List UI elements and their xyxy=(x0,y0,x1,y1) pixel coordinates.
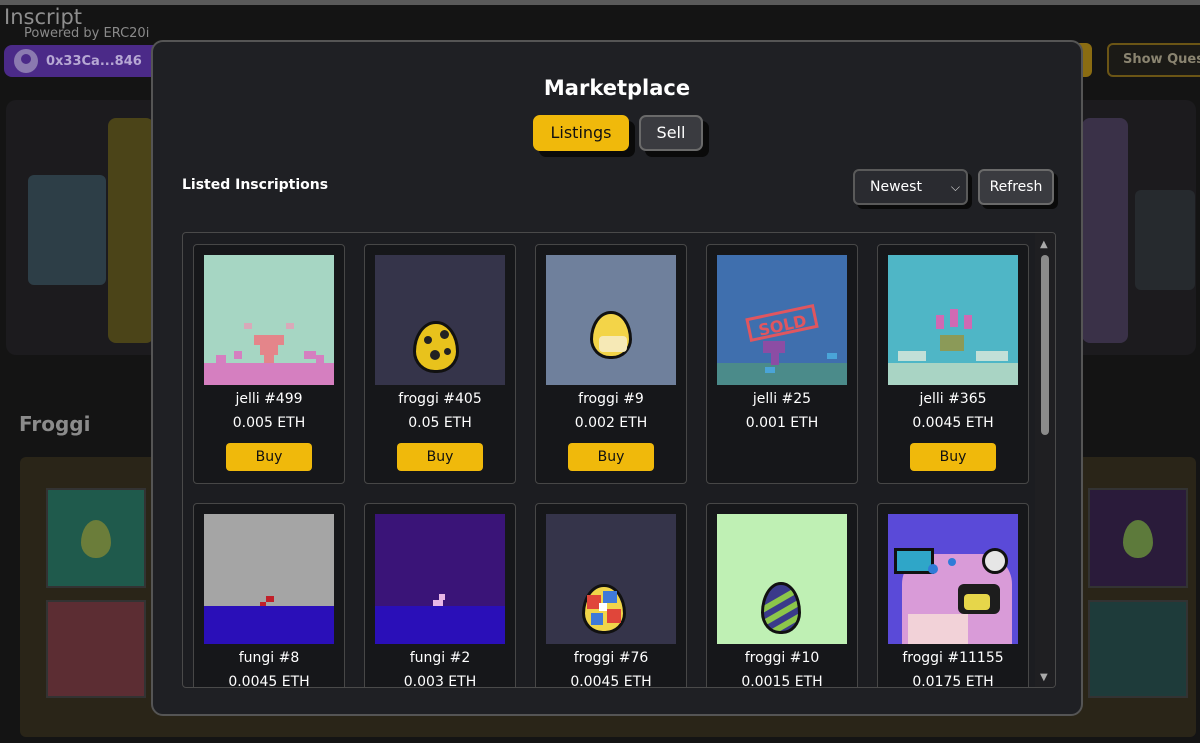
powered-by-text: Powered by ERC20i xyxy=(24,26,150,41)
nft-image-jelli: SOLD xyxy=(717,255,847,385)
top-edge xyxy=(0,0,1200,5)
egg-icon xyxy=(413,321,459,373)
egg-icon xyxy=(81,520,111,558)
nft-image-froggi xyxy=(546,514,676,644)
listing-price: 0.005 ETH xyxy=(232,415,306,431)
buy-button[interactable]: Buy xyxy=(226,443,312,471)
listing-price: 0.05 ETH xyxy=(408,415,472,431)
egg-icon xyxy=(1123,520,1153,558)
listing-card[interactable]: froggi #11155 0.0175 ETH xyxy=(877,503,1029,688)
featured-card xyxy=(28,175,106,285)
marketplace-modal: Marketplace Listings Sell Listed Inscrip… xyxy=(151,40,1083,716)
section-label: Listed Inscriptions xyxy=(182,177,329,193)
egg-icon xyxy=(582,584,626,634)
listing-price: 0.0045 ETH xyxy=(912,415,994,431)
collection-tile xyxy=(46,488,146,588)
sort-selected-value: Newest xyxy=(870,179,922,195)
egg-icon xyxy=(590,311,632,359)
listing-name: froggi #10 xyxy=(744,650,820,666)
listing-name: froggi #9 xyxy=(578,391,644,407)
listing-card[interactable]: jelli #365 0.0045 ETH Buy xyxy=(877,244,1029,484)
collection-tile xyxy=(1088,488,1188,588)
scroll-thumb[interactable] xyxy=(1041,255,1049,435)
listing-card[interactable]: fungi #2 0.003 ETH xyxy=(364,503,516,688)
listing-card[interactable]: fungi #8 0.0045 ETH xyxy=(193,503,345,688)
listing-name: froggi #405 xyxy=(398,391,482,407)
listing-price: 0.001 ETH xyxy=(745,415,819,431)
listing-card[interactable]: jelli #499 0.005 ETH Buy xyxy=(193,244,345,484)
refresh-button[interactable]: Refresh xyxy=(978,169,1054,205)
listings-grid: jelli #499 0.005 ETH Buy froggi #405 0.0… xyxy=(182,232,1056,688)
nft-image-fungi xyxy=(204,514,334,644)
listing-price: 0.003 ETH xyxy=(403,674,477,688)
nft-image-jelli xyxy=(204,255,334,385)
sold-stamp: SOLD xyxy=(745,303,819,343)
nft-image-froggi xyxy=(717,514,847,644)
listing-card[interactable]: froggi #9 0.002 ETH Buy xyxy=(535,244,687,484)
listing-card[interactable]: froggi #405 0.05 ETH Buy xyxy=(364,244,516,484)
listing-name: jelli #365 xyxy=(919,391,987,407)
listing-price: 0.0175 ETH xyxy=(912,674,994,688)
listing-card[interactable]: SOLD jelli #25 0.001 ETH xyxy=(706,244,858,484)
listing-price: 0.0045 ETH xyxy=(228,674,310,688)
listing-name: jelli #25 xyxy=(752,391,812,407)
modal-title: Marketplace xyxy=(543,76,691,100)
wallet-address: 0x33Ca...846 xyxy=(46,53,142,69)
featured-card xyxy=(1082,118,1128,343)
nft-image-fungi xyxy=(375,514,505,644)
scroll-down-arrow-icon[interactable]: ▼ xyxy=(1040,672,1048,683)
collection-tile xyxy=(46,600,146,698)
user-avatar-icon xyxy=(14,49,38,73)
collection-tile xyxy=(1088,600,1188,698)
listing-name: jelli #499 xyxy=(235,391,303,407)
listing-price: 0.002 ETH xyxy=(574,415,648,431)
egg-icon xyxy=(761,582,801,634)
nft-image-jelli xyxy=(888,255,1018,385)
tab-sell[interactable]: Sell xyxy=(639,115,703,151)
listing-price: 0.0015 ETH xyxy=(741,674,823,688)
listing-name: fungi #2 xyxy=(409,650,471,666)
nft-image-froggi xyxy=(546,255,676,385)
chevron-down-icon: ⌵ xyxy=(950,180,960,194)
nft-image-froggi xyxy=(888,514,1018,644)
listing-name: froggi #76 xyxy=(573,650,649,666)
listing-card[interactable]: froggi #76 0.0045 ETH xyxy=(535,503,687,688)
featured-card xyxy=(1135,190,1195,290)
show-quests-button[interactable]: Show Ques xyxy=(1107,43,1200,77)
listing-name: froggi #11155 xyxy=(902,650,1004,666)
listing-card[interactable]: froggi #10 0.0015 ETH xyxy=(706,503,858,688)
nft-image-froggi xyxy=(375,255,505,385)
listings-scrollbar[interactable]: ▲ ▼ xyxy=(1035,233,1055,687)
collection-title: Froggi xyxy=(19,412,91,436)
featured-card xyxy=(108,118,154,343)
buy-button[interactable]: Buy xyxy=(568,443,654,471)
listing-name: fungi #8 xyxy=(238,650,300,666)
listing-price: 0.0045 ETH xyxy=(570,674,652,688)
sort-select[interactable]: Newest ⌵ xyxy=(853,169,968,205)
buy-button[interactable]: Buy xyxy=(397,443,483,471)
buy-button[interactable]: Buy xyxy=(910,443,996,471)
scroll-up-arrow-icon[interactable]: ▲ xyxy=(1040,239,1048,250)
tab-listings[interactable]: Listings xyxy=(533,115,629,151)
